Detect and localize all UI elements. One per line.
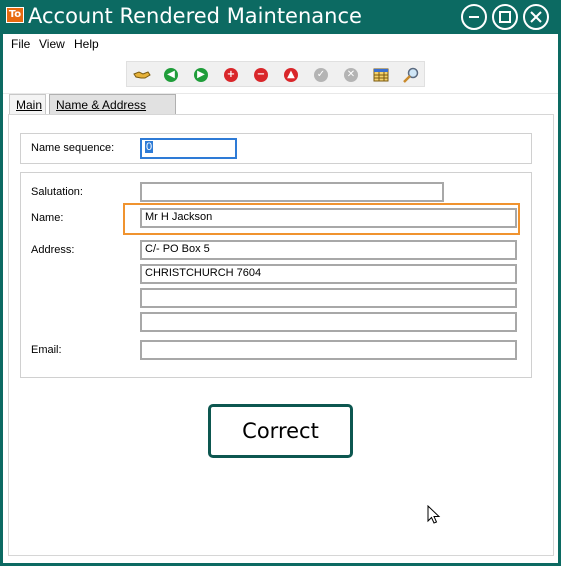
app-icon: To bbox=[6, 7, 24, 23]
address-line-3[interactable] bbox=[140, 288, 517, 308]
next-record-icon[interactable]: ▶ bbox=[192, 66, 210, 84]
name-label: Name: bbox=[31, 212, 64, 224]
tab-name-address-details[interactable]: Name & Address Details bbox=[49, 94, 176, 126]
name-sequence-field[interactable]: 0 bbox=[140, 138, 237, 159]
application-window: To Account Rendered Maintenance File Vie… bbox=[0, 0, 561, 566]
email-label: Email: bbox=[31, 344, 62, 356]
minimize-button[interactable] bbox=[461, 4, 487, 30]
close-icon bbox=[530, 11, 542, 23]
tab-main-label: Main bbox=[16, 98, 43, 112]
name-highlight-box bbox=[123, 203, 520, 235]
address-line-1[interactable]: C/- PO Box 5 bbox=[140, 240, 517, 260]
toolbar: ◀ ▶ + − ▲ ✓ ✕ bbox=[126, 61, 425, 87]
name-sequence-label: Name sequence: bbox=[31, 142, 115, 154]
title-bar: To Account Rendered Maintenance bbox=[0, 0, 561, 34]
delete-icon[interactable]: − bbox=[252, 66, 270, 84]
cancel-icon[interactable]: ▲ bbox=[282, 66, 300, 84]
maximize-button[interactable] bbox=[492, 4, 518, 30]
menu-file[interactable]: File bbox=[11, 37, 30, 51]
maximize-icon bbox=[499, 11, 511, 23]
email-field[interactable] bbox=[140, 340, 517, 360]
client-area: File View Help ◀ ▶ + − ▲ ✓ ✕ Main Name &… bbox=[3, 34, 558, 563]
menu-bar: File View Help bbox=[3, 34, 558, 54]
address-label: Address: bbox=[31, 244, 75, 256]
menu-view[interactable]: View bbox=[39, 37, 65, 51]
add-icon[interactable]: + bbox=[222, 66, 240, 84]
tab-main[interactable]: Main bbox=[9, 94, 46, 114]
address-line-2[interactable]: CHRISTCHURCH 7604 bbox=[140, 264, 517, 284]
salutation-label: Salutation: bbox=[31, 186, 83, 198]
grid-icon[interactable] bbox=[372, 66, 390, 84]
close-button[interactable] bbox=[523, 4, 549, 30]
save-icon[interactable]: ✓ bbox=[312, 66, 330, 84]
tab-panel: Name sequence: 0 Salutation: Name: Mr H … bbox=[8, 114, 554, 556]
search-icon[interactable] bbox=[402, 66, 420, 84]
mouse-cursor-icon bbox=[427, 505, 441, 524]
salutation-field[interactable] bbox=[140, 182, 444, 202]
menu-help[interactable]: Help bbox=[74, 37, 99, 51]
address-line-4[interactable] bbox=[140, 312, 517, 332]
window-title: Account Rendered Maintenance bbox=[28, 4, 362, 28]
clear-icon[interactable]: ✕ bbox=[342, 66, 360, 84]
first-record-icon[interactable]: ◀ bbox=[162, 66, 180, 84]
correct-annotation: Correct bbox=[208, 404, 353, 458]
minimize-icon bbox=[469, 16, 479, 18]
name-sequence-value: 0 bbox=[145, 141, 154, 153]
handshake-icon[interactable] bbox=[133, 66, 151, 84]
